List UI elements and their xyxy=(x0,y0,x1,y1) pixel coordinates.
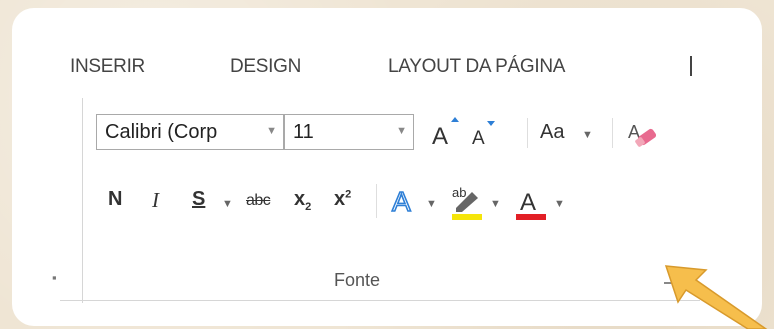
superscript-mark: 2 xyxy=(345,188,352,201)
bold-button[interactable]: N xyxy=(108,188,122,211)
ribbon-border-bottom xyxy=(60,300,700,301)
chevron-down-icon: ▼ xyxy=(222,198,233,210)
italic-label: I xyxy=(152,188,159,212)
tab-layout-da-pagina[interactable]: LAYOUT DA PÁGINA xyxy=(388,56,565,78)
clear-formatting-button[interactable]: A xyxy=(626,118,660,152)
highlight-button[interactable]: ab xyxy=(450,182,484,222)
font-color-icon: A xyxy=(516,189,546,220)
underline-label: S xyxy=(192,188,206,210)
tab-separator xyxy=(690,56,692,76)
shrink-font-icon: A xyxy=(472,121,495,149)
subscript-mark: 2 xyxy=(305,201,312,213)
font-name-value: Calibri (Corp xyxy=(105,121,218,143)
superscript-button[interactable]: x2 xyxy=(334,188,351,211)
font-size-value: 11 xyxy=(293,121,314,143)
separator xyxy=(376,184,377,218)
group-label-fonte: Fonte xyxy=(334,270,381,290)
tab-design[interactable]: DESIGN xyxy=(230,56,301,78)
pointer-arrow-icon xyxy=(664,265,768,329)
strikethrough-label: abc xyxy=(246,192,271,209)
grow-font-icon: A xyxy=(432,117,459,150)
separator xyxy=(527,118,528,148)
font-name-combo[interactable]: Calibri (Corp ▼ xyxy=(96,114,284,150)
shrink-font-button[interactable]: A xyxy=(470,120,498,149)
bold-label: N xyxy=(108,188,123,210)
ribbon-tabs: INSERIR DESIGN LAYOUT DA PÁGINA xyxy=(12,56,762,86)
subscript-button[interactable]: x2 xyxy=(294,188,311,213)
chevron-down-icon: ▼ xyxy=(490,198,501,210)
text-effects-button[interactable]: A xyxy=(390,182,420,218)
grow-font-button[interactable]: A xyxy=(430,116,460,150)
separator xyxy=(612,118,613,148)
svg-text:A: A xyxy=(520,189,536,216)
ribbon-card: INSERIR DESIGN LAYOUT DA PÁGINA Calibri … xyxy=(12,8,762,326)
svg-text:A: A xyxy=(432,123,448,148)
chevron-down-icon: ▼ xyxy=(554,198,565,210)
ribbon-border-left xyxy=(82,98,83,303)
change-case-button[interactable]: Aa xyxy=(540,121,564,144)
chevron-down-icon: ▼ xyxy=(582,129,593,141)
strikethrough-button[interactable]: abc xyxy=(246,192,271,210)
font-color-button[interactable]: A xyxy=(514,182,548,222)
superscript-base: x xyxy=(334,188,346,210)
subscript-base: x xyxy=(294,188,306,210)
dialog-launcher-icon[interactable]: ▪ xyxy=(52,270,57,285)
italic-button[interactable]: I xyxy=(152,188,159,213)
chevron-down-icon: ▼ xyxy=(426,198,437,210)
change-case-label: Aa xyxy=(540,121,565,143)
svg-text:ab: ab xyxy=(452,185,466,200)
svg-text:A: A xyxy=(392,186,411,216)
underline-button[interactable]: S xyxy=(192,188,205,211)
chevron-down-icon: ▼ xyxy=(266,125,277,137)
tab-inserir[interactable]: INSERIR xyxy=(70,56,145,78)
highlight-icon: ab xyxy=(452,185,482,220)
clear-formatting-icon: A xyxy=(628,122,657,147)
chevron-down-icon: ▼ xyxy=(396,125,407,137)
text-effects-icon: A xyxy=(391,185,412,218)
svg-text:A: A xyxy=(472,128,485,148)
font-size-combo[interactable]: 11 ▼ xyxy=(284,114,414,150)
